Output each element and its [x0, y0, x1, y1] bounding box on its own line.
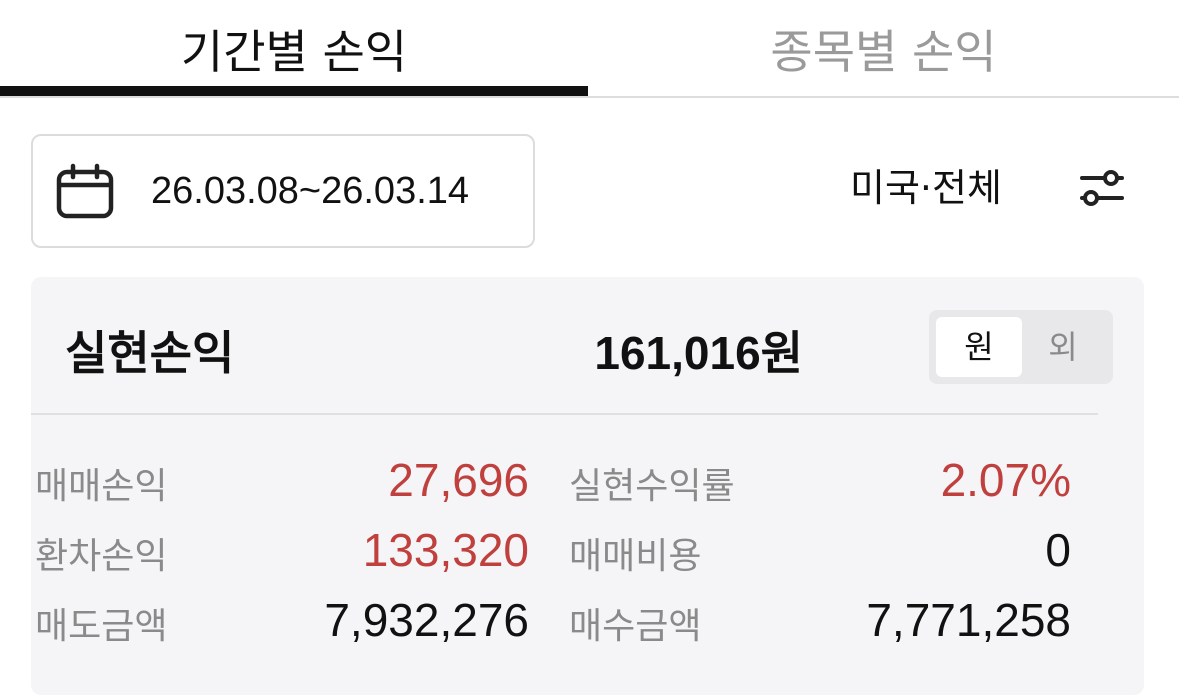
- trade-cost-label: 매매비용: [569, 536, 702, 577]
- card-divider: [31, 413, 1098, 415]
- tab-bar: 기간별 손익 종목별 손익: [0, 0, 1179, 98]
- realized-pl-total-unit: 원: [760, 326, 803, 380]
- tab-stock-pl[interactable]: 종목별 손익: [588, 0, 1179, 98]
- buy-amount-value: 7,771,258: [866, 594, 1071, 646]
- trade-cost-value: 0: [1045, 524, 1071, 576]
- realized-pl-total-value: 161,016: [594, 327, 761, 379]
- filter-settings-icon[interactable]: [1078, 166, 1126, 210]
- return-rate-value: 2.07%: [940, 454, 1071, 506]
- realized-pl-total: 161,016원: [531, 317, 803, 383]
- realized-pl-card: 실현손익 161,016원 원 외 매매손익 27,696 환차손익 133,3…: [31, 277, 1144, 695]
- fx-pl-label: 환차손익: [35, 536, 168, 577]
- realized-pl-title: 실현손익: [65, 326, 235, 380]
- return-rate-label: 실현수익률: [569, 466, 735, 507]
- region-filter-label[interactable]: 미국·전체: [850, 160, 1002, 216]
- sell-amount-value: 7,932,276: [324, 594, 529, 646]
- date-range-picker[interactable]: 26.03.08~26.03.14: [31, 134, 535, 248]
- tab-divider: [0, 96, 1179, 98]
- currency-toggle: 원 외: [929, 310, 1113, 384]
- trade-pl-value: 27,696: [388, 454, 529, 506]
- fx-pl-value: 133,320: [362, 524, 529, 576]
- sell-amount-label: 매도금액: [35, 606, 168, 647]
- currency-won-button[interactable]: 원: [936, 317, 1022, 377]
- tab-period-pl[interactable]: 기간별 손익: [0, 0, 588, 98]
- calendar-icon: [56, 163, 114, 219]
- active-tab-indicator: [0, 86, 588, 96]
- currency-foreign-button[interactable]: 외: [1020, 317, 1106, 377]
- buy-amount-label: 매수금액: [569, 606, 702, 647]
- date-range-text: 26.03.08~26.03.14: [151, 170, 470, 212]
- trade-pl-label: 매매손익: [35, 466, 168, 507]
